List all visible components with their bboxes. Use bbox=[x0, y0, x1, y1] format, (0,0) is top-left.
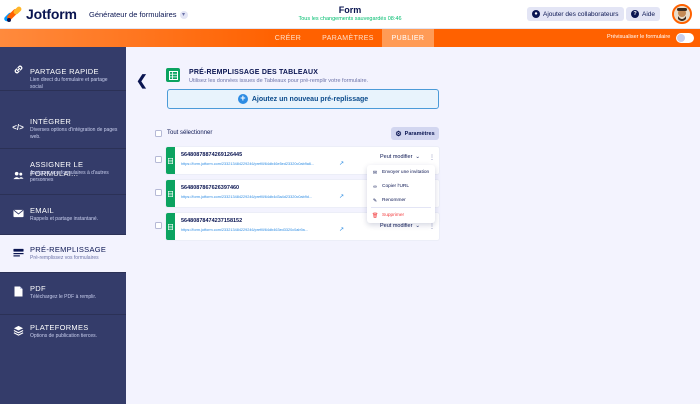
prefill-link[interactable]: https://form.jotform.com/233213484229246… bbox=[181, 228, 308, 232]
nav-bar: CRÉER PARAMÈTRES PUBLIER Prévisualiser l… bbox=[0, 29, 700, 47]
add-prefill-button[interactable]: + Ajoutez un nouveau pré-replissage bbox=[167, 89, 439, 109]
prefill-link[interactable]: https://form.jotform.com/233213484229246… bbox=[181, 195, 312, 199]
row-checkbox[interactable] bbox=[155, 222, 162, 229]
users-icon bbox=[12, 169, 24, 181]
menu-item-copy-url[interactable]: ∞ Copier l'URL bbox=[367, 180, 435, 193]
help-label: Aide bbox=[642, 10, 656, 18]
chevron-down-icon: ⌄ bbox=[415, 223, 421, 229]
external-link-icon[interactable]: ↗ bbox=[339, 160, 344, 167]
sidebar-item-assign[interactable]: ASSIGNER LE FORMULAI... Assignez vos for… bbox=[0, 149, 126, 195]
external-link-icon[interactable]: ↗ bbox=[339, 226, 344, 233]
avatar-face-icon bbox=[674, 6, 690, 22]
sidebar-item-pdf[interactable]: PDF Téléchargez le PDF à remplir. bbox=[0, 273, 126, 315]
tab-publish[interactable]: PUBLIER bbox=[382, 29, 434, 47]
sidebar-desc: Options de publication tierces. bbox=[30, 333, 97, 339]
sidebar-item-prefill[interactable]: PRÉ-REMPLISSAGE Pré-remplissez vos formu… bbox=[0, 235, 126, 273]
sidebar-title: PLATEFORMES bbox=[30, 323, 89, 332]
gear-icon: ⚙ bbox=[395, 130, 402, 138]
sidebar-item-platforms[interactable]: PLATEFORMES Options de publication tierc… bbox=[0, 315, 126, 357]
permission-dropdown[interactable]: Peut modifier ⌄ bbox=[380, 154, 420, 160]
table-icon bbox=[166, 68, 180, 82]
toggle-knob bbox=[677, 34, 685, 42]
sheet-icon bbox=[166, 213, 175, 240]
sidebar: PARTAGE RAPIDE Lien direct du formulaire… bbox=[0, 47, 126, 404]
add-prefill-label: Ajoutez un nouveau pré-replissage bbox=[251, 95, 369, 103]
chevron-down-icon: ⌄ bbox=[415, 154, 421, 160]
sidebar-item-quick-share[interactable]: PARTAGE RAPIDE Lien direct du formulaire… bbox=[0, 47, 126, 91]
sidebar-desc: Téléchargez le PDF à remplir. bbox=[30, 294, 97, 300]
pdf-icon bbox=[12, 285, 24, 297]
menu-item-label: Supprimer bbox=[382, 213, 405, 218]
prefill-link[interactable]: https://form.jotform.com/233213484229246… bbox=[181, 162, 314, 166]
plus-icon: + bbox=[237, 94, 248, 104]
preview-label: Prévisualiser le formulaire bbox=[607, 34, 671, 40]
menu-item-delete[interactable]: 🗑 Supprimer bbox=[367, 209, 435, 222]
menu-item-label: Copier l'URL bbox=[382, 184, 410, 189]
permission-label: Peut modifier bbox=[380, 154, 413, 160]
page-subtitle: Utilisez les données issues de Tableaux … bbox=[189, 78, 369, 84]
code-icon: </> bbox=[12, 122, 24, 132]
back-arrow-icon[interactable]: ❮ bbox=[136, 72, 148, 89]
sidebar-title: EMAIL bbox=[30, 206, 55, 215]
row-id: 56480878474237158152 bbox=[181, 218, 243, 224]
more-icon[interactable]: ⋮ bbox=[429, 223, 435, 230]
trash-icon: 🗑 bbox=[372, 212, 379, 219]
row-id: 5648087867626397460 bbox=[181, 185, 240, 191]
sidebar-desc: Assignez vos formulaires à d'autres pers… bbox=[30, 170, 109, 183]
mail-icon bbox=[12, 207, 24, 219]
permission-label: Peut modifier bbox=[380, 223, 413, 229]
menu-item-label: Renommer bbox=[382, 198, 406, 203]
sheet-icon bbox=[166, 180, 175, 207]
select-all-checkbox[interactable] bbox=[155, 130, 162, 137]
avatar[interactable] bbox=[672, 4, 692, 24]
sidebar-desc: Rappels et partage instantané. bbox=[30, 216, 99, 222]
question-icon: ? bbox=[631, 10, 639, 18]
more-icon[interactable]: ⋮ bbox=[429, 154, 435, 161]
permission-dropdown[interactable]: Peut modifier ⌄ bbox=[380, 223, 420, 229]
sidebar-item-email[interactable]: EMAIL Rappels et partage instantané. bbox=[0, 195, 126, 235]
sidebar-title: PARTAGE RAPIDE bbox=[30, 67, 99, 76]
params-button[interactable]: ⚙ Paramètres bbox=[391, 127, 439, 140]
sidebar-desc: Diverses options d'intégration de pages … bbox=[30, 127, 118, 140]
row-checkbox[interactable] bbox=[155, 156, 162, 163]
preview-toggle[interactable] bbox=[676, 33, 694, 43]
add-collaborators-button[interactable]: ● Ajouter des collaborateurs bbox=[527, 7, 624, 21]
pencil-icon: ✎ bbox=[372, 197, 378, 204]
menu-item-rename[interactable]: ✎ Renommer bbox=[367, 194, 435, 207]
sidebar-title: PRÉ-REMPLISSAGE bbox=[30, 245, 107, 254]
layers-icon bbox=[12, 324, 24, 336]
top-bar: Jotform Générateur de formulaires ▾ Form… bbox=[0, 0, 700, 29]
sidebar-title: INTÉGRER bbox=[30, 117, 72, 126]
mail-icon: ✉ bbox=[372, 169, 378, 176]
user-icon: ● bbox=[532, 10, 540, 18]
page-title: PRÉ-REMPLISSAGE DES TABLEAUX bbox=[189, 69, 319, 76]
params-label: Paramètres bbox=[404, 130, 435, 137]
sidebar-desc: Lien direct du formulaire et partage soc… bbox=[30, 77, 108, 90]
sheet-icon bbox=[166, 147, 175, 174]
link-icon: ∞ bbox=[373, 183, 377, 190]
sidebar-desc: Pré-remplissez vos formulaires bbox=[30, 255, 99, 261]
help-button[interactable]: ? Aide bbox=[626, 7, 661, 21]
prefill-icon bbox=[12, 247, 24, 259]
tab-create[interactable]: CRÉER bbox=[262, 29, 314, 47]
external-link-icon[interactable]: ↗ bbox=[339, 193, 344, 200]
menu-item-label: Envoyer une invitation bbox=[382, 170, 430, 175]
row-id: 56480878874269126445 bbox=[181, 152, 243, 158]
tab-settings[interactable]: PARAMÈTRES bbox=[314, 29, 382, 47]
menu-divider bbox=[371, 207, 431, 208]
sidebar-item-embed[interactable]: </> INTÉGRER Diverses options d'intégrat… bbox=[0, 109, 126, 149]
select-all-label: Tout sélectionner bbox=[167, 130, 213, 136]
collab-label: Ajouter des collaborateurs bbox=[543, 10, 619, 18]
sidebar-title: PDF bbox=[30, 284, 46, 293]
menu-item-send-invitation[interactable]: ✉ Envoyer une invitation bbox=[367, 166, 435, 179]
row-checkbox[interactable] bbox=[155, 189, 162, 196]
context-menu: ✉ Envoyer une invitation ∞ Copier l'URL … bbox=[367, 165, 435, 223]
link-icon bbox=[12, 63, 24, 75]
